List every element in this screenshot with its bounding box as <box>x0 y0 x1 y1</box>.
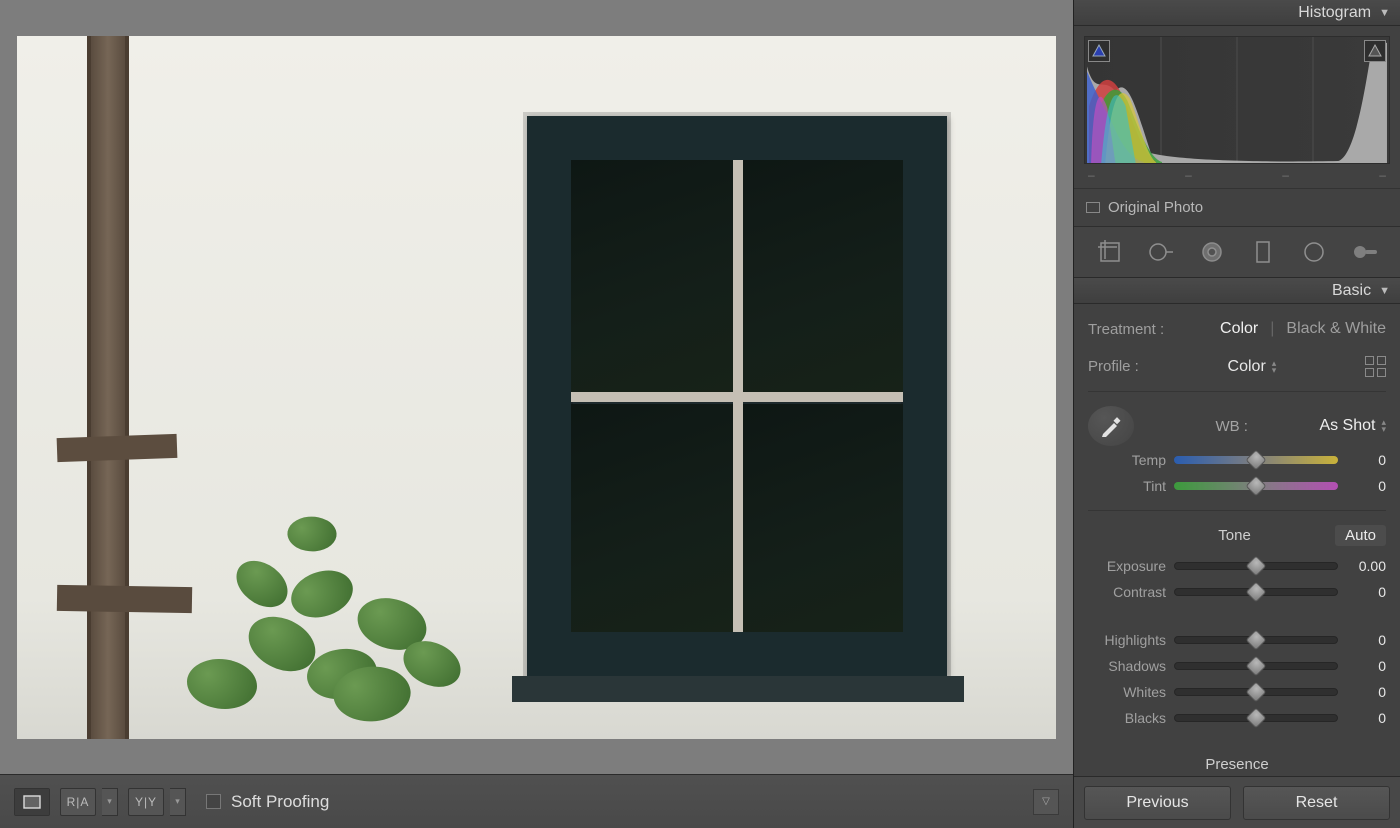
view-yy-menu[interactable]: ▾ <box>170 788 186 816</box>
crop-tool[interactable] <box>1091 234 1129 270</box>
highlights-value[interactable]: 0 <box>1346 632 1386 648</box>
basic-panel-header[interactable]: Basic ▼ <box>1074 278 1400 304</box>
treatment-label: Treatment : <box>1088 321 1164 338</box>
view-loupe-button[interactable] <box>15 788 49 816</box>
temp-slider[interactable] <box>1174 456 1338 464</box>
blacks-slider[interactable] <box>1174 714 1338 722</box>
profile-dropdown[interactable]: Color ▴▾ <box>1228 358 1277 376</box>
histogram-panel-header[interactable]: Histogram ▼ <box>1074 0 1400 26</box>
exposure-slider[interactable] <box>1174 562 1338 570</box>
original-photo-label: Original Photo <box>1108 199 1203 216</box>
blacks-value[interactable]: 0 <box>1346 710 1386 726</box>
updown-icon: ▴▾ <box>1381 419 1386 433</box>
profile-browser-button[interactable] <box>1365 356 1386 377</box>
basic-title: Basic <box>1332 282 1371 300</box>
tint-value[interactable]: 0 <box>1346 478 1386 494</box>
wb-picker-tool[interactable] <box>1088 406 1134 446</box>
radial-filter-tool[interactable] <box>1295 234 1333 270</box>
toolbar-overflow-button[interactable]: ▽ <box>1033 789 1059 815</box>
original-photo-toggle[interactable]: Original Photo <box>1074 188 1400 226</box>
wb-dropdown[interactable]: As Shot ▴▾ <box>1319 417 1386 435</box>
auto-tone-button[interactable]: Auto <box>1335 525 1386 546</box>
profile-label: Profile : <box>1088 358 1139 375</box>
bottom-toolbar: R|A ▾ Y|Y ▾ Soft Proofing ▽ <box>0 774 1073 828</box>
view-ra-menu[interactable]: ▾ <box>102 788 118 816</box>
whites-value[interactable]: 0 <box>1346 684 1386 700</box>
square-icon <box>1086 202 1100 213</box>
tool-strip <box>1074 226 1400 278</box>
image-canvas[interactable] <box>0 0 1073 756</box>
tint-label: Tint <box>1088 478 1166 494</box>
histogram-ticks: –––– <box>1084 164 1390 182</box>
tone-heading: Tone <box>1134 527 1335 544</box>
whites-label: Whites <box>1088 684 1166 700</box>
presence-heading: Presence <box>1088 742 1386 776</box>
histogram-title: Histogram <box>1298 4 1371 22</box>
shadows-value[interactable]: 0 <box>1346 658 1386 674</box>
treatment-color-button[interactable]: Color <box>1220 320 1258 338</box>
contrast-label: Contrast <box>1088 584 1166 600</box>
highlights-slider[interactable] <box>1174 636 1338 644</box>
reset-button[interactable]: Reset <box>1243 786 1390 820</box>
view-before-after-button[interactable]: R|A <box>61 788 95 816</box>
contrast-slider[interactable] <box>1174 588 1338 596</box>
brush-tool[interactable] <box>1346 234 1384 270</box>
updown-icon: ▴▾ <box>1272 360 1277 374</box>
histogram-graph <box>1085 37 1389 163</box>
exposure-value[interactable]: 0.00 <box>1346 558 1386 574</box>
soft-proofing-toggle[interactable]: Soft Proofing <box>206 792 329 812</box>
view-compare-button[interactable]: Y|Y <box>129 788 163 816</box>
shadows-slider[interactable] <box>1174 662 1338 670</box>
highlights-label: Highlights <box>1088 632 1166 648</box>
graduated-filter-tool[interactable] <box>1244 234 1282 270</box>
tint-slider[interactable] <box>1174 482 1338 490</box>
highlight-clipping-indicator[interactable] <box>1364 40 1386 62</box>
preview-image <box>17 36 1056 739</box>
temp-value[interactable]: 0 <box>1346 452 1386 468</box>
collapse-icon: ▼ <box>1379 7 1390 19</box>
collapse-icon: ▼ <box>1379 285 1390 297</box>
previous-button[interactable]: Previous <box>1084 786 1231 820</box>
exposure-label: Exposure <box>1088 558 1166 574</box>
temp-label: Temp <box>1088 452 1166 468</box>
spot-removal-tool[interactable] <box>1142 234 1180 270</box>
checkbox-icon <box>206 794 221 809</box>
whites-slider[interactable] <box>1174 688 1338 696</box>
blacks-label: Blacks <box>1088 710 1166 726</box>
soft-proofing-label: Soft Proofing <box>231 792 329 812</box>
shadows-label: Shadows <box>1088 658 1166 674</box>
wb-label: WB : <box>1144 418 1319 435</box>
contrast-value[interactable]: 0 <box>1346 584 1386 600</box>
histogram-display[interactable] <box>1084 36 1390 164</box>
mask-tool[interactable] <box>1193 234 1231 270</box>
treatment-bw-button[interactable]: Black & White <box>1286 320 1386 338</box>
shadow-clipping-indicator[interactable] <box>1088 40 1110 62</box>
